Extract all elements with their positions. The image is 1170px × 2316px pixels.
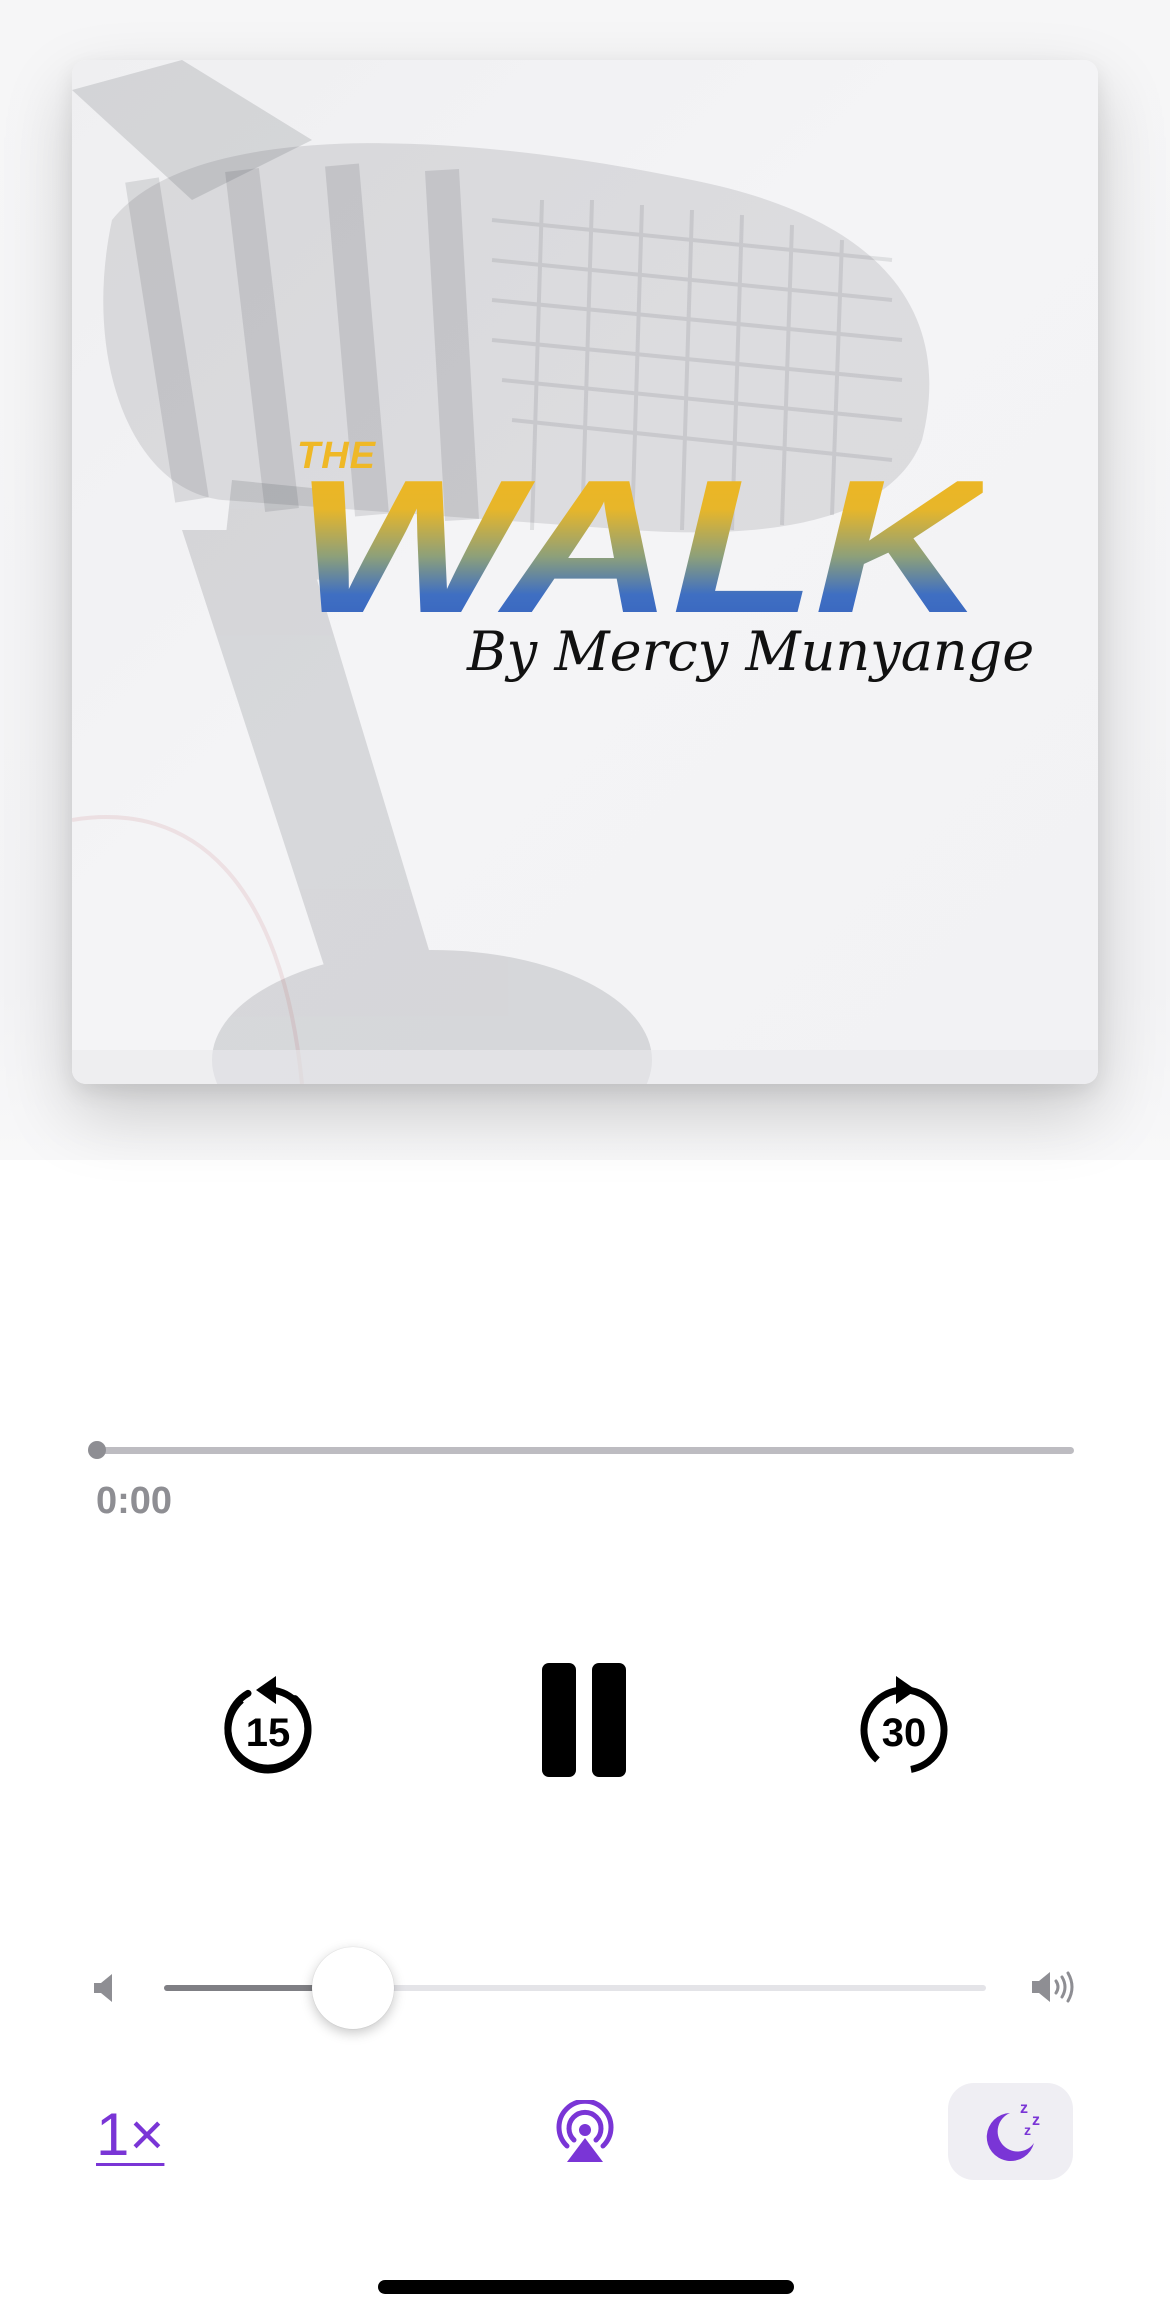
pause-button[interactable] (540, 1660, 628, 1780)
volume-max-icon (1030, 1968, 1078, 2006)
sleep-timer-button[interactable]: z z z (948, 2083, 1073, 2180)
logo-walk-text: WALK (294, 441, 986, 653)
playback-rate-button[interactable]: 1× (96, 2100, 164, 2169)
home-indicator[interactable] (378, 2280, 794, 2294)
volume-slider-knob[interactable] (312, 1947, 394, 2029)
airplay-button[interactable] (553, 2098, 617, 2164)
skip-back-label: 15 (246, 1711, 291, 1755)
podcast-artwork: THE WALK By Mercy Munyange (72, 60, 1098, 1084)
skip-forward-label: 30 (882, 1711, 927, 1755)
svg-text:z: z (1024, 2122, 1031, 2138)
skip-forward-30-icon: 30 (860, 1676, 948, 1774)
skip-back-15-icon: 15 (224, 1676, 312, 1774)
sleep-timer-moon-icon: z z z (986, 2100, 1040, 2161)
svg-text:z: z (1032, 2112, 1040, 2129)
progress-scrubber[interactable] (96, 1447, 1074, 1454)
skip-forward-button[interactable]: 30 (854, 1666, 954, 1776)
svg-text:z: z (1020, 2100, 1028, 2117)
elapsed-time: 0:00 (96, 1480, 173, 1522)
pause-icon (542, 1663, 626, 1777)
airplay-audio-icon (556, 2098, 614, 2162)
skip-back-button[interactable]: 15 (218, 1666, 318, 1776)
progress-scrubber-knob[interactable] (88, 1441, 106, 1459)
volume-min-icon (92, 1972, 116, 2004)
logo-author-text: By Mercy Munyange (467, 620, 1035, 683)
